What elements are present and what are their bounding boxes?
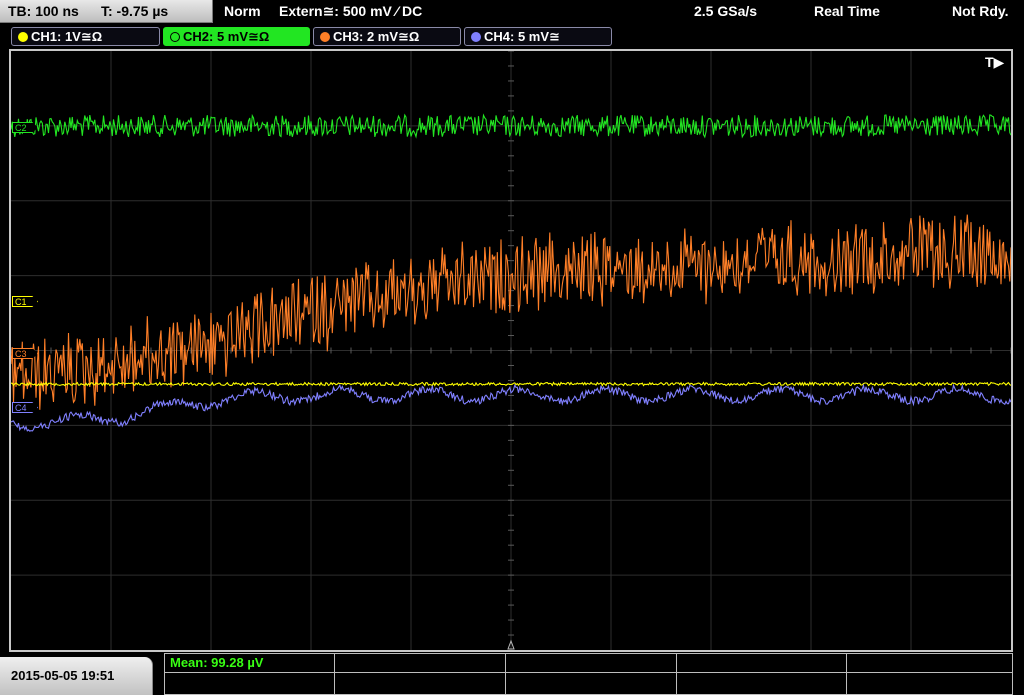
timebase-label: TB: 100 ns <box>8 3 79 19</box>
ch1-color-dot <box>18 32 28 42</box>
measurement-col-divider <box>505 654 506 694</box>
ready-status: Not Rdy. <box>952 3 1009 19</box>
timebase-box[interactable]: TB: 100 ns T: -9.75 µs <box>0 0 213 23</box>
ch2-color-dot <box>170 32 180 42</box>
date-time-display: 2015-05-05 19:51 <box>0 657 153 695</box>
status-bar: TB: 100 ns T: -9.75 µs Norm Extern≅: 500… <box>0 0 1024 24</box>
tab-ch2[interactable]: CH2: 5 mV≅Ω <box>163 27 310 46</box>
trigger-source[interactable]: Extern≅: 500 mV ⁄ DC <box>279 3 422 20</box>
trigger-time-label: T: -9.75 µs <box>101 3 169 19</box>
acquisition-type: Real Time <box>814 3 880 19</box>
oscilloscope-ui: TB: 100 ns T: -9.75 µs Norm Extern≅: 500… <box>0 0 1024 695</box>
tab-ch3[interactable]: CH3: 2 mV≅Ω <box>313 27 461 46</box>
measurement-col-divider <box>676 654 677 694</box>
tab-ch3-label: CH3: 2 mV≅Ω <box>333 29 420 44</box>
acquisition-mode[interactable]: Norm <box>224 3 261 19</box>
waveform-display[interactable] <box>9 49 1013 652</box>
tab-ch4[interactable]: CH4: 5 mV≅ <box>464 27 612 46</box>
tab-ch2-label: CH2: 5 mV≅Ω <box>183 29 270 44</box>
sample-rate: 2.5 GSa/s <box>694 3 758 19</box>
measurement-row-divider <box>165 672 1012 673</box>
measurement-col-divider <box>334 654 335 694</box>
waveform-graticule <box>11 51 1011 650</box>
tab-ch1[interactable]: CH1: 1V≅Ω <box>11 27 160 46</box>
tab-ch1-label: CH1: 1V≅Ω <box>31 29 103 44</box>
mean-measurement: Mean: 99.28 µV <box>170 655 264 670</box>
ch3-color-dot <box>320 32 330 42</box>
measurement-col-divider <box>846 654 847 694</box>
ch4-color-dot <box>471 32 481 42</box>
trigger-position-marker[interactable]: T▶ <box>985 54 1004 71</box>
measurement-table[interactable]: Mean: 99.28 µV <box>164 653 1013 695</box>
tab-ch4-label: CH4: 5 mV≅ <box>484 29 560 44</box>
